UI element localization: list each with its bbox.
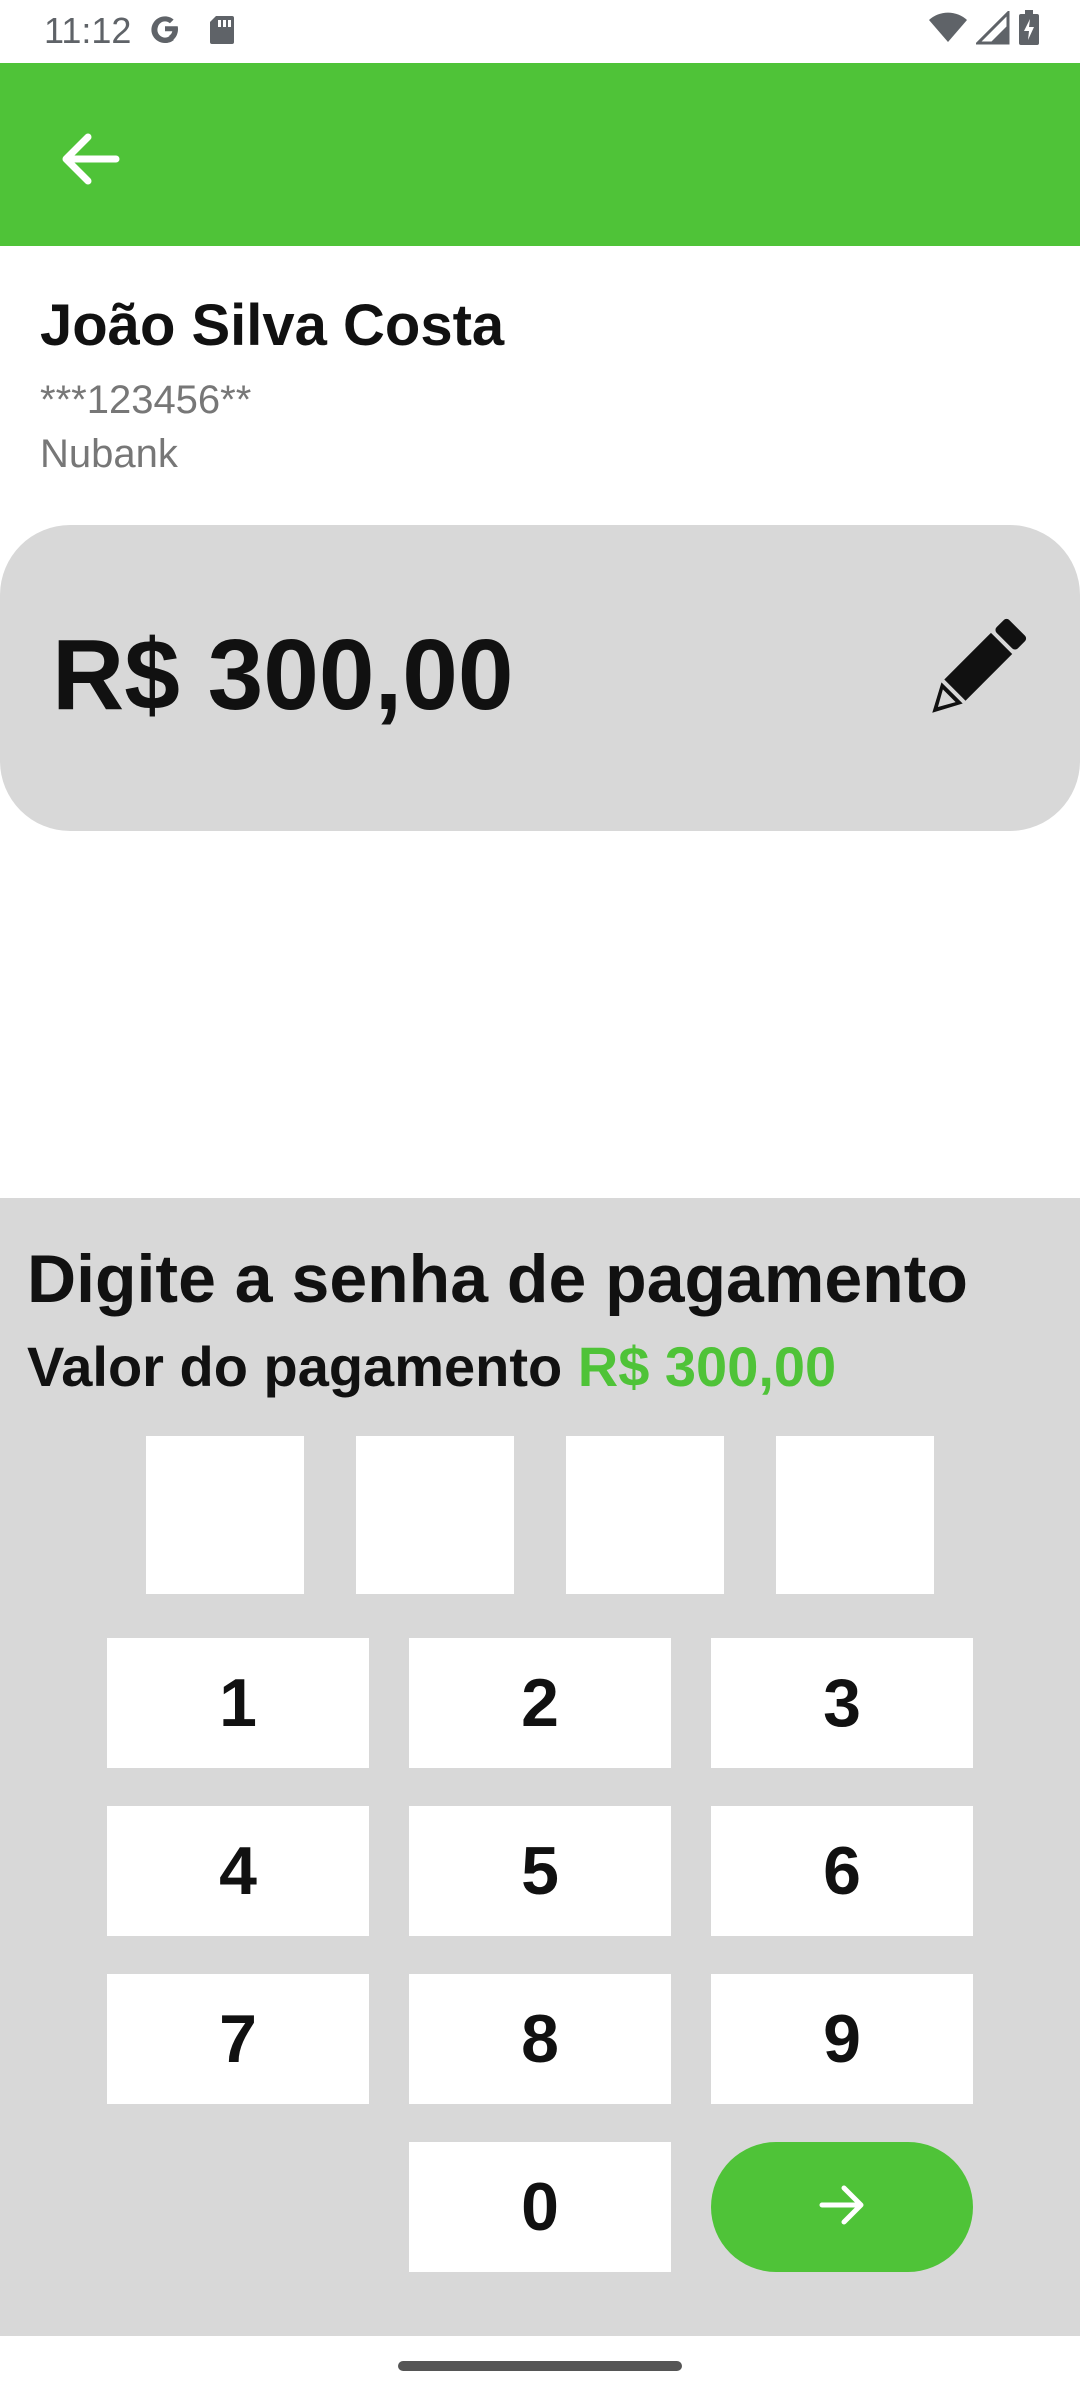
pencil-icon (919, 616, 1029, 731)
status-bar: 11:12 (0, 0, 1080, 63)
amount-value: R$ 300,00 (52, 619, 514, 731)
status-time: 11:12 (44, 10, 132, 51)
payment-amount-value: R$ 300,00 (577, 1335, 837, 1398)
wifi-icon (928, 12, 968, 49)
google-icon (148, 12, 182, 46)
pin-digit-box (356, 1436, 514, 1594)
keypad-key-0[interactable]: 0 (409, 2142, 671, 2272)
keypad-key-6[interactable]: 6 (711, 1806, 973, 1936)
recipient-name: João Silva Costa (40, 293, 505, 358)
pin-digit-box (146, 1436, 304, 1594)
sd-card-icon (208, 14, 236, 46)
arrow-forward-icon (818, 2183, 866, 2232)
app-bar (0, 63, 1080, 246)
recipient-key: ***123456** (40, 378, 252, 422)
keypad-key-3[interactable]: 3 (711, 1638, 973, 1768)
back-button[interactable] (50, 121, 130, 201)
payment-amount-line: Valor do pagamento R$ 300,00 (27, 1334, 836, 1399)
payment-password-panel: Digite a senha de pagamento Valor do pag… (0, 1198, 1080, 2336)
payment-password-title: Digite a senha de pagamento (27, 1241, 968, 1317)
keypad-key-2[interactable]: 2 (409, 1638, 671, 1768)
keypad-key-8[interactable]: 8 (409, 1974, 671, 2104)
keypad-key-7[interactable]: 7 (107, 1974, 369, 2104)
recipient-bank: Nubank (40, 432, 178, 476)
amount-card: R$ 300,00 (0, 525, 1080, 831)
signal-icon (974, 8, 1010, 50)
pin-digit-box (566, 1436, 724, 1594)
arrow-back-icon (60, 131, 120, 192)
status-icons (928, 8, 1040, 51)
gesture-navigation-bar[interactable] (398, 2361, 682, 2371)
keypad-key-4[interactable]: 4 (107, 1806, 369, 1936)
battery-charging-icon (1018, 9, 1040, 51)
keypad-key-9[interactable]: 9 (711, 1974, 973, 2104)
keypad-key-1[interactable]: 1 (107, 1638, 369, 1768)
pin-digit-box (776, 1436, 934, 1594)
keypad-key-5[interactable]: 5 (409, 1806, 671, 1936)
edit-amount-button[interactable] (916, 615, 1032, 731)
submit-button[interactable] (711, 2142, 973, 2272)
payment-amount-label: Valor do pagamento (27, 1335, 563, 1398)
